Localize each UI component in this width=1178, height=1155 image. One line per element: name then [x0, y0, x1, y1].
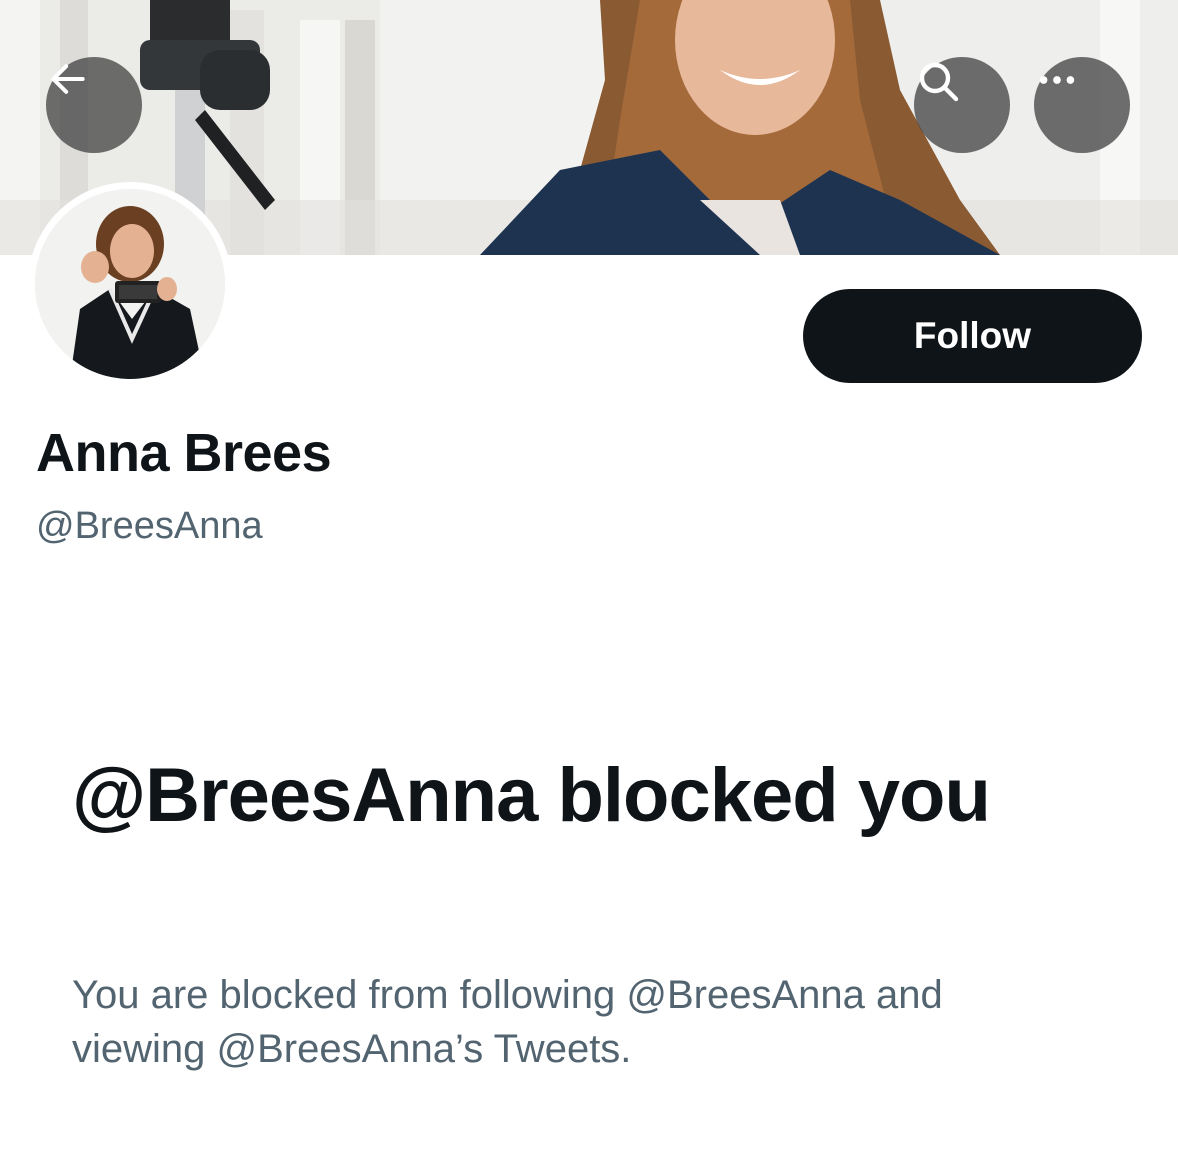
more-button[interactable]: [1034, 57, 1130, 153]
back-button[interactable]: [46, 57, 142, 153]
follow-button[interactable]: Follow: [803, 289, 1142, 383]
avatar[interactable]: [28, 182, 232, 386]
user-handle: @BreesAnna: [36, 505, 263, 547]
more-horizontal-icon: [1039, 76, 1075, 84]
search-icon: [919, 62, 959, 102]
profile-page: Follow Anna Brees @BreesAnna @BreesAnna …: [0, 0, 1178, 1155]
arrow-left-icon: [51, 64, 85, 94]
display-name: Anna Brees: [36, 423, 332, 483]
search-button[interactable]: [914, 57, 1010, 153]
avatar-image: [35, 189, 225, 379]
blocked-description: You are blocked from following @BreesAnn…: [72, 973, 943, 1071]
blocked-title: @BreesAnna blocked you: [72, 753, 991, 838]
